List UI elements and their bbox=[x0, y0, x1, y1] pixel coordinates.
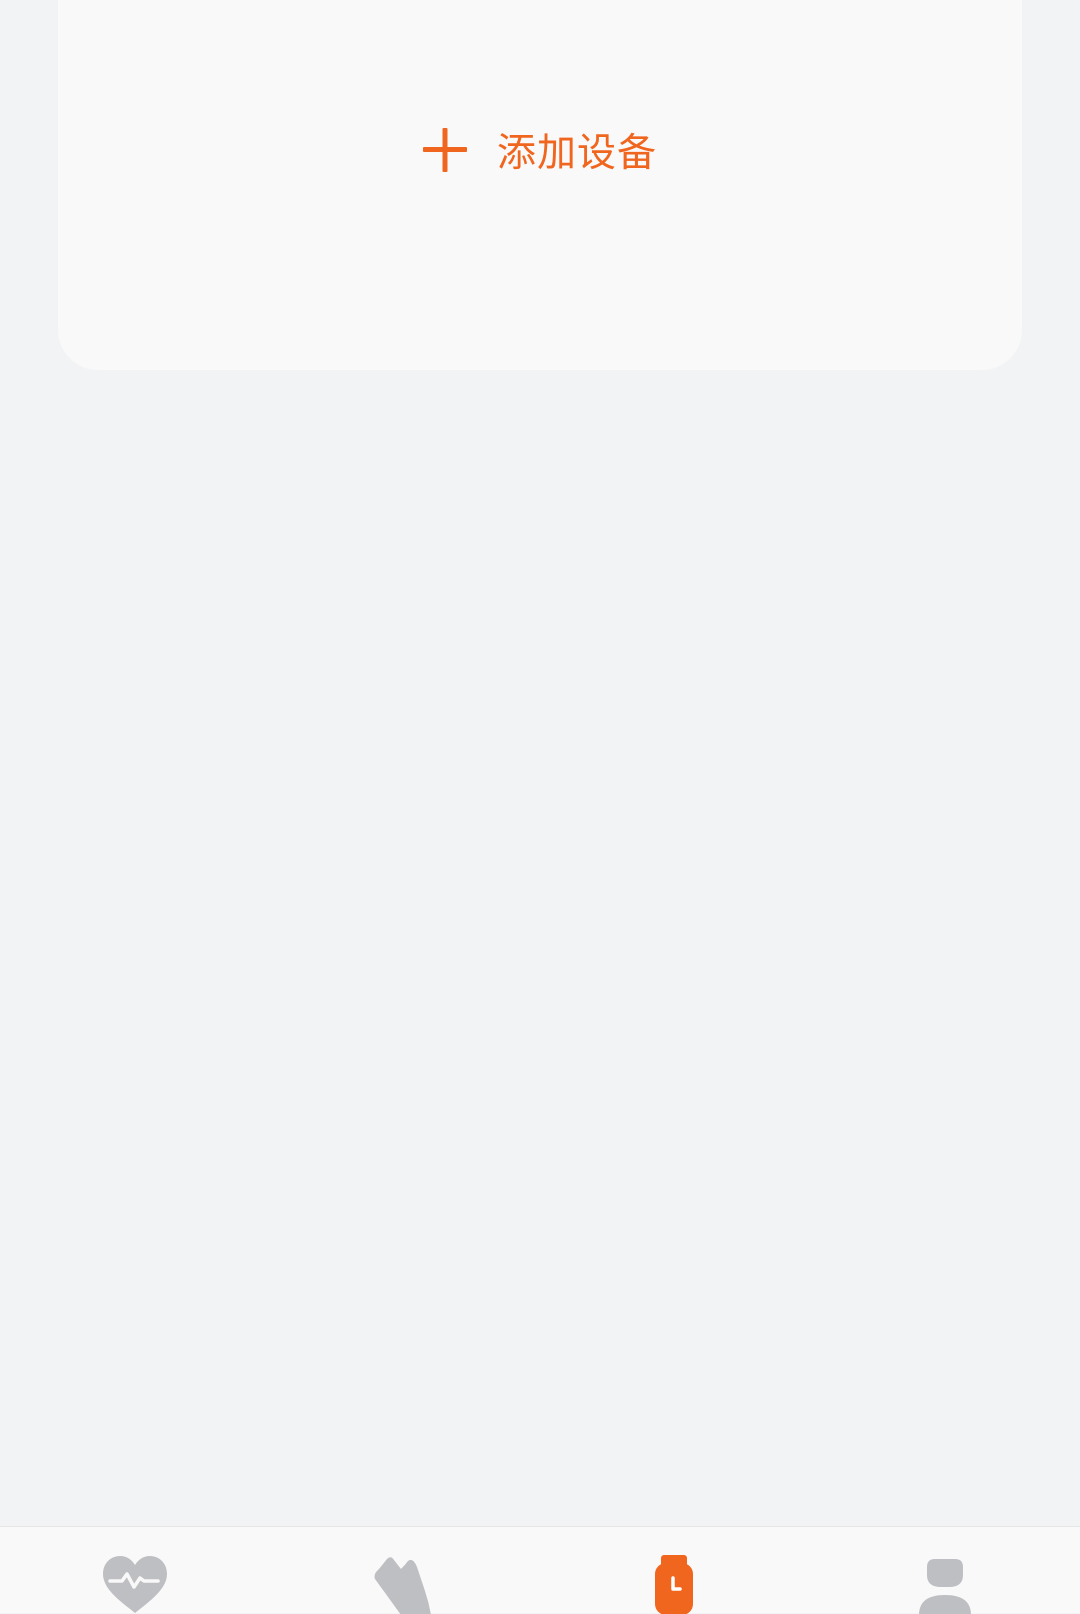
person-icon bbox=[919, 1559, 971, 1614]
shoe-icon bbox=[374, 1557, 431, 1614]
add-device-button[interactable]: 添加设备 bbox=[58, 110, 1022, 190]
watch-icon bbox=[655, 1555, 693, 1614]
add-device-label: 添加设备 bbox=[496, 131, 657, 176]
add-device-card: 添加设备 bbox=[58, 0, 1022, 370]
tab-sport[interactable] bbox=[355, 1555, 455, 1614]
tab-health[interactable] bbox=[85, 1555, 185, 1614]
tab-profile[interactable] bbox=[895, 1555, 995, 1614]
bottom-tab-bar bbox=[0, 1526, 1080, 1614]
heart-pulse-icon bbox=[103, 1556, 167, 1613]
plus-icon bbox=[422, 128, 467, 172]
plus-icon-bar-vertical bbox=[442, 128, 448, 172]
tab-device[interactable] bbox=[624, 1555, 724, 1614]
